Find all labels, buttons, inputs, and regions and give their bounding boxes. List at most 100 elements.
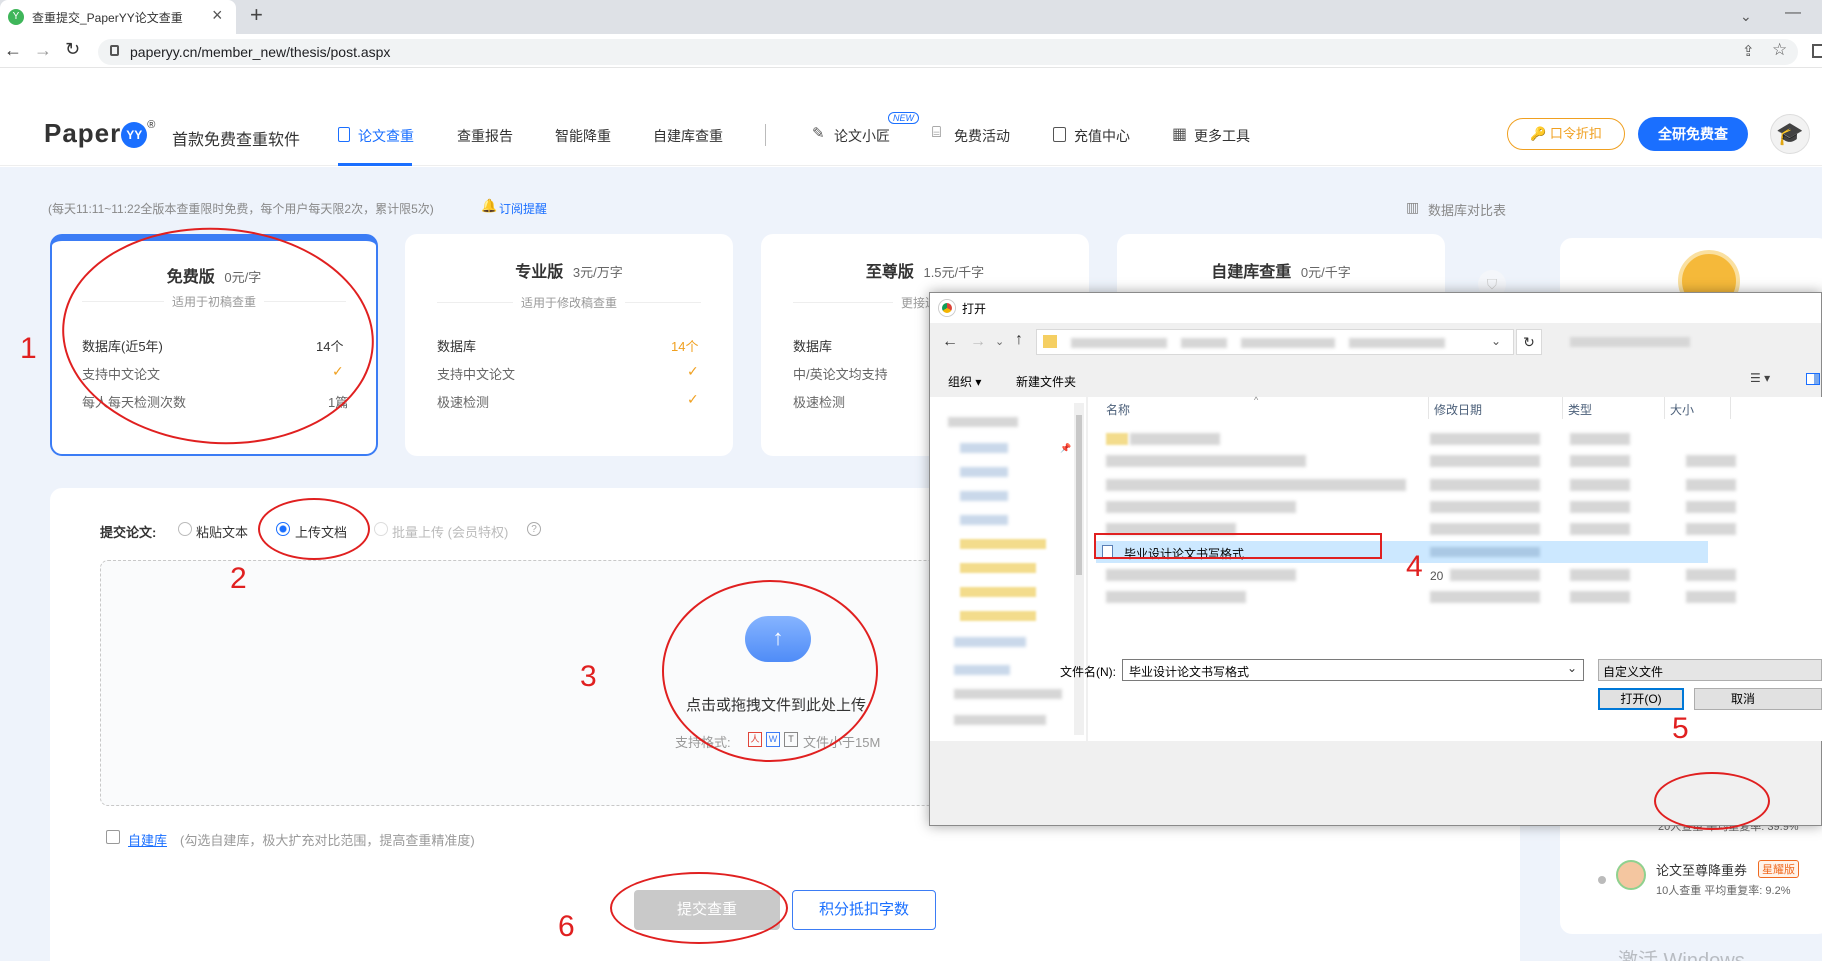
- plan-row-label: 极速检测: [437, 395, 490, 410]
- doc-check-icon: [338, 127, 350, 142]
- blurred-nav-item: [960, 563, 1036, 573]
- bookmark-star-icon[interactable]: ☆: [1772, 40, 1787, 60]
- dialog-up-icon[interactable]: ↑: [1015, 331, 1023, 349]
- blurred-nav-item: [960, 443, 1008, 453]
- free-check-button[interactable]: 全研免费查: [1638, 117, 1748, 151]
- dialog-refresh-button[interactable]: ↻: [1516, 329, 1542, 355]
- filename-dropdown-icon[interactable]: ⌄: [1567, 661, 1577, 675]
- pen-icon: ✎: [812, 125, 825, 142]
- tab-search-icon[interactable]: ⌄: [1740, 8, 1752, 25]
- tab-close-icon[interactable]: ×: [212, 5, 223, 26]
- plan-card-pro[interactable]: 专业版 3元/万字 适用于修改稿查重 数据库 14个 支持中文论文 ✓ 极速检测…: [405, 234, 733, 456]
- points-button[interactable]: 积分抵扣字数: [792, 890, 936, 930]
- blurred-file-row: [1430, 501, 1540, 513]
- nav-selfdb[interactable]: 自建库查重: [653, 126, 723, 146]
- blurred-file-row: [1570, 569, 1630, 581]
- new-folder-button[interactable]: 新建文件夹: [1016, 373, 1076, 390]
- blurred-path: [1241, 338, 1335, 348]
- annotation-number: 6: [558, 910, 575, 943]
- dialog-path-bar[interactable]: ⌄: [1036, 329, 1514, 355]
- plan-row-value: 14个: [671, 339, 699, 354]
- blurred-file-row: [1570, 591, 1630, 603]
- free-check-label: 全研免费查: [1658, 126, 1728, 142]
- open-label: 打开(O): [1620, 692, 1662, 706]
- help-icon[interactable]: ?: [527, 522, 541, 536]
- address-bar[interactable]: paperyy.cn/member_new/thesis/post.aspx: [98, 39, 1798, 65]
- blurred-file-row: [1430, 433, 1540, 445]
- dialog-forward-icon[interactable]: →: [970, 333, 986, 351]
- radio-batch[interactable]: [374, 522, 388, 536]
- blurred-nav-item: [960, 587, 1036, 597]
- browser-tab[interactable]: Y 查重提交_PaperYY论文查重 ×: [0, 0, 236, 34]
- nav-thesis-check[interactable]: 论文查重: [358, 126, 414, 146]
- plan-desc-text: 适用于修改稿查重: [512, 296, 625, 310]
- selfdb-checkbox[interactable]: [106, 830, 120, 844]
- col-header-size[interactable]: 大小: [1670, 401, 1694, 418]
- points-label: 积分抵扣字数: [818, 901, 909, 918]
- subscribe-link[interactable]: 订阅提醒: [499, 200, 547, 217]
- dialog-history-icon[interactable]: ⌄: [995, 335, 1004, 348]
- promo-avatar-icon: [1616, 860, 1646, 890]
- view-options-icon[interactable]: ☰ ▾: [1750, 371, 1770, 385]
- nav-tool-craftsman[interactable]: 论文小匠: [834, 126, 890, 146]
- minimize-icon[interactable]: —: [1785, 4, 1801, 22]
- plan-name: 至尊版: [865, 264, 914, 281]
- recharge-icon: [1053, 127, 1066, 142]
- tab-title: 查重提交_PaperYY论文查重: [32, 11, 183, 25]
- col-header-type[interactable]: 类型: [1568, 401, 1592, 418]
- blurred-file-row: [1686, 501, 1736, 513]
- radio-paste[interactable]: [178, 522, 192, 536]
- site-logo[interactable]: Paper YY®: [44, 118, 155, 149]
- organize-menu[interactable]: 组织 ▾: [948, 373, 981, 390]
- blurred-file-row: [1686, 455, 1736, 467]
- selfdb-link[interactable]: 自建库: [128, 830, 167, 849]
- partial-date: 20: [1430, 569, 1444, 583]
- nav-scroll-thumb[interactable]: [1076, 415, 1082, 575]
- filename-input[interactable]: 毕业设计论文书写格式 ⌄: [1122, 659, 1584, 681]
- plan-row-label: 数据库: [437, 339, 477, 354]
- blurred-nav-item: [948, 417, 1018, 427]
- blurred-file-row: [1106, 433, 1128, 445]
- radio-paste-label[interactable]: 粘贴文本: [196, 522, 248, 541]
- path-dropdown-icon[interactable]: ⌄: [1491, 334, 1501, 348]
- share-icon[interactable]: ⇪: [1742, 42, 1755, 60]
- col-header-date[interactable]: 修改日期: [1434, 401, 1482, 418]
- col-divider: [1664, 397, 1665, 419]
- blurred-nav-item: [960, 611, 1036, 621]
- blurred-file-row: [1106, 591, 1246, 603]
- pin-icon: 📌: [1060, 443, 1072, 453]
- logo-mark-icon: YY: [121, 122, 148, 148]
- promo-dot: [1598, 876, 1606, 884]
- file-type-filter[interactable]: 自定义文件: [1598, 659, 1822, 681]
- back-icon[interactable]: ←: [4, 40, 22, 61]
- promo-title-2[interactable]: 论文至尊降重券: [1656, 860, 1747, 879]
- windows-watermark: 激活 Windows: [1618, 950, 1745, 961]
- blurred-nav-item: [954, 689, 1062, 699]
- logo-reg: ®: [147, 119, 156, 131]
- blurred-file-row: [1570, 433, 1630, 445]
- nav-tool-free[interactable]: 免费活动: [954, 126, 1010, 146]
- nav-tool-recharge[interactable]: 充值中心: [1074, 126, 1130, 146]
- coupon-button[interactable]: 🔑 口令折扣: [1507, 118, 1625, 150]
- avatar[interactable]: 🎓: [1770, 114, 1810, 154]
- nav-report[interactable]: 查重报告: [457, 126, 513, 146]
- plan-price: 1.5元/千字: [923, 265, 985, 280]
- dialog-back-icon[interactable]: ←: [942, 333, 958, 351]
- compare-link[interactable]: 数据库对比表: [1428, 200, 1506, 219]
- selfdb-hint: (勾选自建库，极大扩充对比范围，提高查重精准度): [180, 833, 475, 848]
- cancel-button[interactable]: 取消: [1694, 688, 1822, 710]
- nav-tool-more[interactable]: 更多工具: [1194, 126, 1250, 146]
- preview-pane-icon[interactable]: [1806, 373, 1820, 385]
- nav-rewrite[interactable]: 智能降重: [555, 126, 611, 146]
- annotation-ellipse-open: [1654, 772, 1770, 830]
- forward-icon[interactable]: →: [34, 40, 52, 61]
- col-header-name[interactable]: 名称: [1106, 401, 1130, 418]
- reload-icon[interactable]: ↻: [65, 39, 80, 60]
- sidebar-icon[interactable]: [1812, 44, 1822, 58]
- new-tab-button[interactable]: +: [250, 2, 263, 28]
- open-button[interactable]: 打开(O): [1598, 688, 1684, 710]
- annotation-rect-file: [1094, 533, 1382, 559]
- dialog-title: 打开: [962, 302, 987, 316]
- url-text: paperyy.cn/member_new/thesis/post.aspx: [130, 44, 391, 60]
- bell-icon: 🔔: [481, 198, 498, 213]
